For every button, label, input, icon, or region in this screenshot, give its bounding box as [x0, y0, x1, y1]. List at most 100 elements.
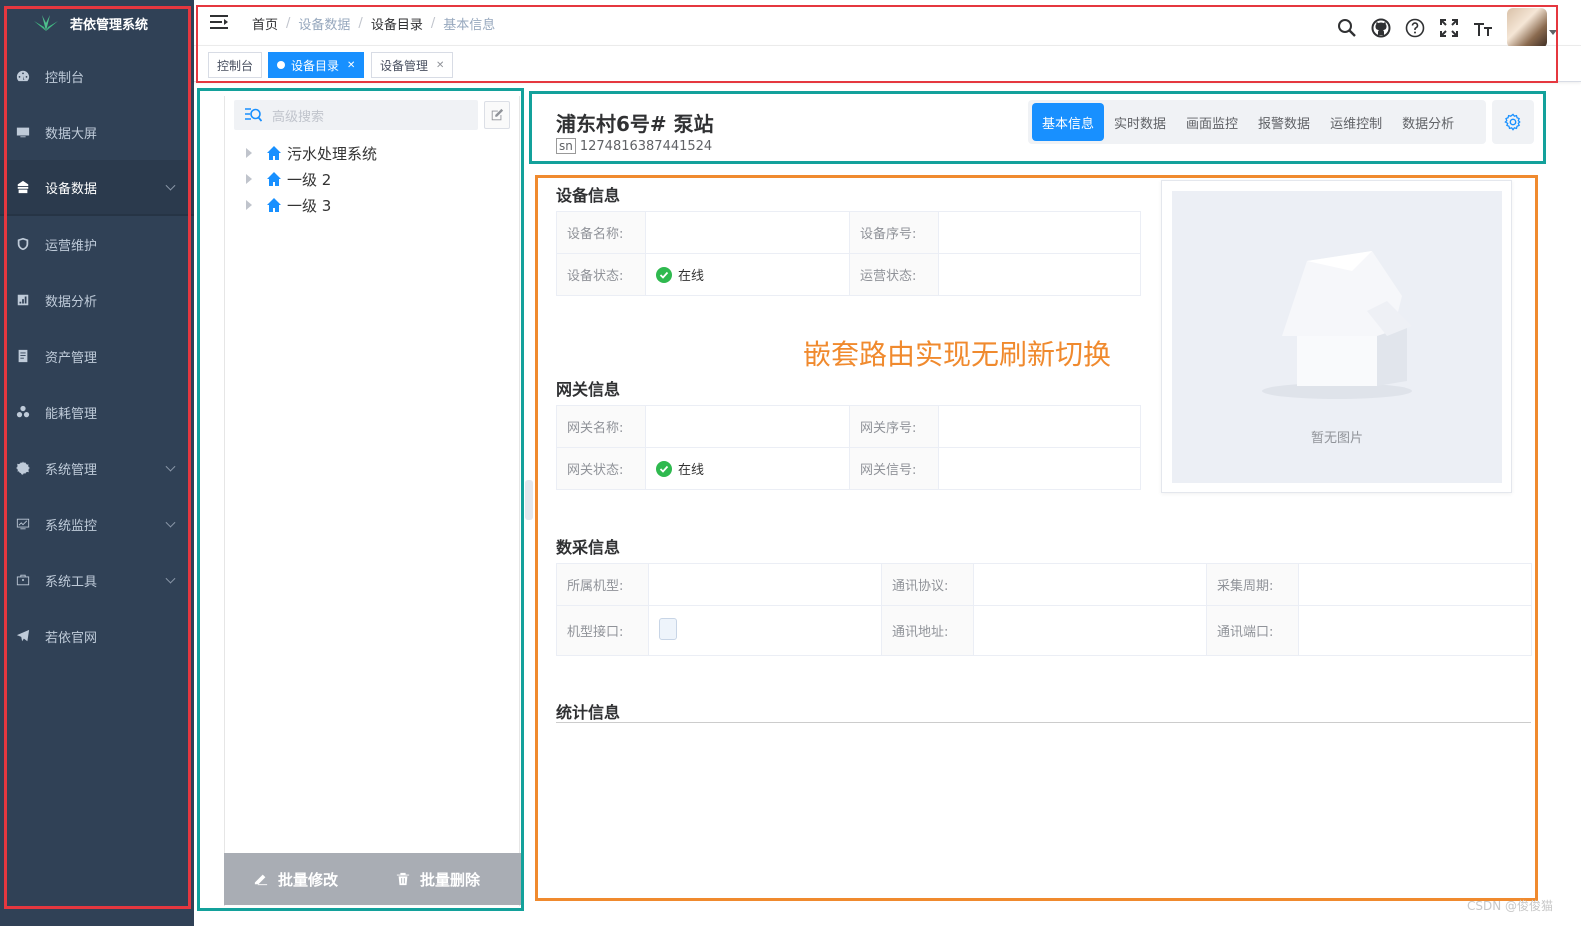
search-icon[interactable]: [1337, 18, 1357, 38]
device-info-title: 设备信息: [556, 186, 621, 205]
monitor-chart-icon: [16, 517, 30, 531]
tab-realtime-data[interactable]: 实时数据: [1104, 103, 1176, 141]
document-icon: [16, 349, 30, 363]
settings-button[interactable]: [1492, 100, 1534, 144]
fullscreen-icon[interactable]: [1439, 18, 1459, 38]
advanced-search-icon: [245, 108, 262, 122]
breadcrumb-device-data[interactable]: 设备数据: [298, 14, 350, 33]
tree-footer: 批量修改 批量删除: [224, 853, 521, 905]
sidebar-item-big-screen[interactable]: 数据大屏: [0, 104, 194, 160]
gateway-info-table: 网关名称: 网关序号: 网关状态: 在线 网关信号:: [556, 405, 1141, 490]
caret-right-icon[interactable]: [246, 174, 252, 184]
hamburger-icon[interactable]: [210, 14, 228, 30]
device-name-label: 设备名称:: [556, 211, 646, 254]
op-status-label: 运营状态:: [849, 253, 939, 296]
model-value: [648, 563, 882, 606]
batch-edit-button[interactable]: 批量修改: [254, 869, 338, 890]
protocol-label: 通讯协议:: [881, 563, 974, 606]
sidebar-item-operations[interactable]: 运营维护: [0, 216, 194, 272]
tag-device-management[interactable]: 设备管理 ✕: [371, 52, 454, 78]
sidebar-item-monitor[interactable]: 系统监控: [0, 496, 194, 552]
device-tabs: 基本信息 实时数据 画面监控 报警数据 运维控制 数据分析: [1028, 100, 1486, 144]
tab-ops-control[interactable]: 运维控制: [1320, 103, 1392, 141]
tree-node[interactable]: 一级 3: [240, 192, 377, 218]
tag-device-catalog[interactable]: 设备目录 ✕: [268, 52, 365, 78]
tab-basic-info[interactable]: 基本信息: [1032, 103, 1105, 141]
chevron-down-icon: [165, 180, 176, 191]
edit-icon: [491, 108, 504, 121]
device-serial-value: [938, 211, 1141, 254]
device-status-text: 在线: [678, 269, 705, 284]
tab-alarm-data[interactable]: 报警数据: [1248, 103, 1320, 141]
sidebar-item-label: 若依官网: [45, 630, 98, 646]
batch-delete-button[interactable]: 批量删除: [396, 869, 480, 890]
tab-data-analysis[interactable]: 数据分析: [1392, 103, 1464, 141]
gateway-serial-label: 网关序号:: [849, 405, 939, 448]
port-value: [1298, 605, 1532, 656]
sidebar-item-tools[interactable]: 系统工具: [0, 552, 194, 608]
batch-delete-label: 批量删除: [420, 870, 481, 889]
tree-node-label: 一级 2: [287, 170, 332, 189]
sidebar-item-system[interactable]: 系统管理: [0, 440, 194, 496]
sidebar-item-website[interactable]: 若依官网: [0, 608, 194, 664]
tree-edit-button[interactable]: [484, 101, 510, 129]
period-label: 采集周期:: [1206, 563, 1299, 606]
close-icon[interactable]: ✕: [436, 60, 444, 71]
address-value: [973, 605, 1207, 656]
breadcrumb-separator: /: [430, 16, 436, 31]
chevron-down-icon[interactable]: [1549, 30, 1557, 35]
tab-screen-monitor[interactable]: 画面监控: [1176, 103, 1248, 141]
sidebar-item-label: 系统监控: [45, 518, 98, 534]
tag-dashboard[interactable]: 控制台: [208, 52, 263, 78]
device-name: 浦东村6号# 泵站: [556, 112, 714, 136]
breadcrumb-device-catalog[interactable]: 设备目录: [371, 14, 423, 33]
avatar[interactable]: [1507, 8, 1547, 48]
tree-node[interactable]: 污水处理系统: [240, 140, 377, 166]
tag-label: 设备管理: [380, 58, 429, 73]
tree-node[interactable]: 一级 2: [240, 166, 377, 192]
breadcrumb-separator: /: [358, 16, 363, 31]
monitor-icon: [16, 125, 30, 139]
sidebar-item-energy[interactable]: 能耗管理: [0, 384, 194, 440]
tree-search-input[interactable]: 高级搜索: [234, 100, 478, 130]
sidebar-item-analysis[interactable]: 数据分析: [0, 272, 194, 328]
github-icon[interactable]: [1371, 18, 1391, 38]
gateway-status-label: 网关状态:: [556, 447, 646, 490]
help-icon[interactable]: [1405, 18, 1425, 38]
gateway-signal-label: 网关信号:: [849, 447, 939, 490]
home-icon: [267, 198, 281, 212]
sidebar-item-label: 数据分析: [45, 294, 98, 310]
font-size-icon[interactable]: [1473, 18, 1493, 38]
tags-view: 控制台 设备目录 ✕ 设备管理 ✕: [194, 46, 1581, 82]
sidebar-item-label: 设备数据: [45, 181, 98, 197]
iface-tag[interactable]: [659, 617, 677, 640]
gateway-status-text: 在线: [678, 463, 705, 478]
panel-splitter-handle[interactable]: [525, 480, 533, 520]
batch-edit-label: 批量修改: [278, 870, 339, 889]
sidebar-item-dashboard[interactable]: 控制台: [0, 48, 194, 104]
toolbox-icon: [16, 573, 30, 587]
sidebar-item-label: 资产管理: [45, 350, 98, 366]
caret-right-icon[interactable]: [246, 200, 252, 210]
gear-icon: [1504, 113, 1521, 131]
breadcrumb-home[interactable]: 首页: [252, 14, 278, 33]
dashboard-icon: [16, 69, 30, 83]
tree-node-label: 污水处理系统: [287, 144, 378, 163]
logo-icon: [33, 15, 58, 31]
breadcrumb-separator: /: [286, 16, 291, 31]
pencil-icon: [254, 874, 268, 886]
gateway-status-value: 在线: [645, 447, 850, 490]
port-label: 通讯端口:: [1206, 605, 1299, 656]
stats-info-title: 统计信息: [556, 703, 621, 722]
gateway-signal-value: [938, 447, 1141, 490]
op-status-value: [938, 253, 1141, 296]
navbar-actions: [1337, 8, 1547, 48]
app-logo[interactable]: 若依管理系统: [0, 0, 194, 46]
sidebar-item-assets[interactable]: 资产管理: [0, 328, 194, 384]
sidebar-item-label: 数据大屏: [45, 126, 98, 142]
sn-value: 1274816387441524: [579, 138, 713, 154]
close-icon[interactable]: ✕: [347, 60, 355, 71]
sidebar-item-device-data[interactable]: 设备数据: [0, 160, 194, 216]
gateway-name-label: 网关名称:: [556, 405, 646, 448]
caret-right-icon[interactable]: [246, 148, 252, 158]
